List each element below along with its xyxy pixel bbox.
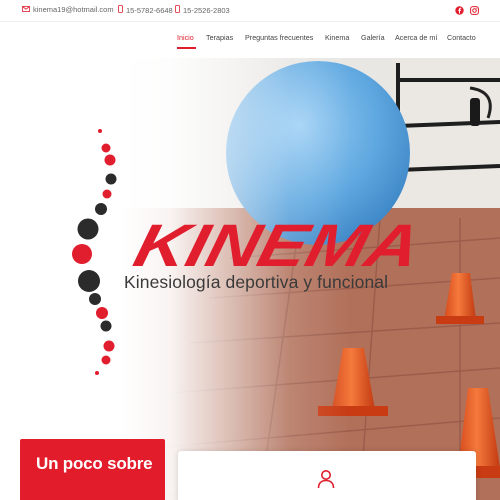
nav-item-preguntas-frecuentes[interactable]: Preguntas frecuentes [245,33,313,42]
active-nav-underline [177,47,196,49]
about-card-title: Un poco sobre [36,454,153,473]
instagram-icon[interactable] [469,5,479,15]
nav-item-terapias[interactable]: Terapias [206,33,233,42]
phone-contact-1[interactable]: 15-5782-6648 [118,5,173,15]
nav-item-galeria[interactable]: Galería [361,33,385,42]
phone-text-1: 15-5782-6648 [126,5,173,15]
info-card [178,451,476,500]
user-icon [317,470,335,489]
main-navigation: Inicio Terapias Preguntas frecuentes Kin… [0,22,500,58]
nav-item-acerca-de-mi[interactable]: Acerca de mí [395,33,437,42]
nav-item-inicio[interactable]: Inicio [177,33,194,42]
phone-text-2: 15-2526-2803 [183,5,230,15]
logo-wordmark: KINEMA [128,212,428,279]
phone-contact-2[interactable]: 15-2526-2803 [175,5,230,15]
spine-dots-icon [72,129,117,375]
top-contact-bar: kinema19@hotmail.com 15-5782-6648 15-252… [0,0,500,22]
envelope-icon [22,5,30,14]
email-text: kinema19@hotmail.com [33,5,114,14]
nav-item-contacto[interactable]: Contacto [447,33,476,42]
hero-tagline: Kinesiología deportiva y funcional [124,272,389,292]
about-card: Un poco sobre [20,439,165,500]
phone-icon [175,5,180,15]
facebook-icon[interactable] [454,5,464,15]
nav-item-kinema[interactable]: Kinema [325,33,349,42]
phone-icon [118,5,123,15]
hero-section: KINEMA Kinesiología deportiva y funciona… [0,58,500,500]
email-contact[interactable]: kinema19@hotmail.com [22,5,114,14]
